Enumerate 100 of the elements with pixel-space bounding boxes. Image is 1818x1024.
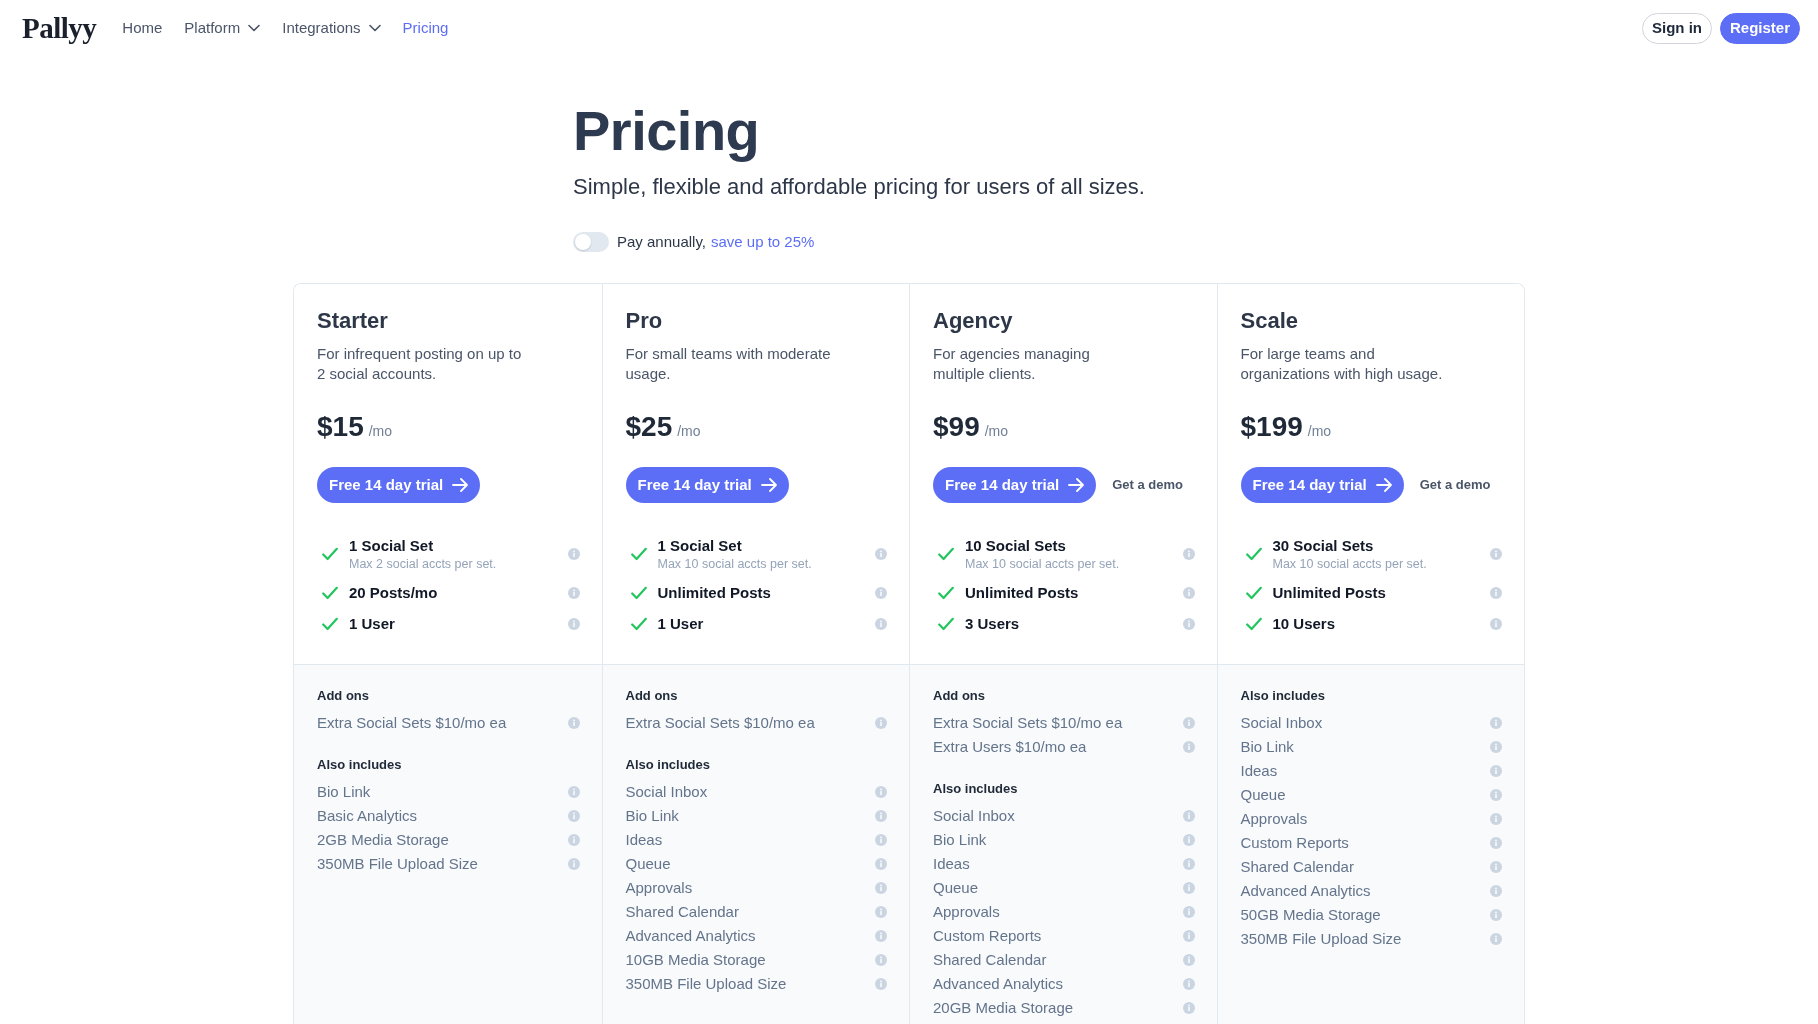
- feature-note: Max 10 social accts per set.: [1272, 556, 1428, 572]
- page-title: Pricing: [573, 98, 761, 164]
- plan-description: For large teams and organizations with high usage.: [1240, 344, 1444, 384]
- included-feature: Extra Social Sets $10/mo ea: [933, 713, 1124, 733]
- check-icon: [938, 586, 954, 600]
- feature-title: Unlimited Posts: [657, 583, 772, 603]
- plan-price: $25: [625, 410, 673, 444]
- included-feature: Ideas: [933, 854, 971, 874]
- price-period: /mo: [677, 422, 701, 441]
- included-feature: Custom Reports: [1240, 833, 1350, 853]
- info-icon: [1182, 882, 1195, 894]
- info-icon: [567, 810, 580, 822]
- savings-link[interactable]: save up to 25%: [710, 230, 815, 254]
- info-icon: [1490, 885, 1502, 897]
- plan-name: Scale: [1240, 307, 1299, 335]
- check-icon: [630, 617, 647, 631]
- info-icon: [875, 548, 887, 560]
- included-feature: Bio Link: [933, 830, 988, 850]
- trial-button[interactable]: Free 14 day trial: [625, 467, 789, 503]
- arrow-right-icon: [1375, 478, 1392, 492]
- nav-link[interactable]: Integrations: [282, 16, 381, 40]
- trial-button[interactable]: Free 14 day trial: [317, 467, 481, 503]
- included-feature: Advanced Analytics: [933, 974, 1065, 994]
- price-period: /mo: [368, 422, 393, 441]
- info-icon: [1182, 1002, 1195, 1014]
- info-icon: [875, 786, 887, 798]
- caret-icon: [368, 24, 381, 32]
- check-icon: [322, 586, 338, 600]
- included-feature: Basic Analytics: [317, 806, 419, 826]
- toggle-label: Pay annually,: [617, 231, 706, 252]
- included-feature: 2GB Media Storage: [317, 830, 450, 850]
- demo-link[interactable]: Get a demo: [1419, 475, 1491, 495]
- page-subtitle: Simple, flexible and affordable pricing for users of all sizes.: [573, 173, 1146, 201]
- included-feature: Social Inbox: [1240, 713, 1324, 733]
- nav-link[interactable]: Home: [122, 16, 163, 40]
- included-feature: 50GB Media Storage: [1240, 905, 1382, 925]
- section-heading: Also includes: [625, 756, 712, 774]
- check-icon: [322, 617, 338, 631]
- trial-button[interactable]: Free 14 day trial: [1240, 467, 1404, 503]
- info-icon: [567, 786, 580, 798]
- info-icon: [1182, 834, 1195, 846]
- register-button[interactable]: Register: [1719, 12, 1800, 44]
- info-icon: [1182, 858, 1195, 870]
- caret-icon: [248, 24, 261, 32]
- feature-title: Unlimited Posts: [965, 583, 1080, 603]
- feature-title: 3 Users: [965, 614, 1021, 634]
- info-icon: [1490, 741, 1502, 753]
- included-feature: Bio Link: [625, 806, 680, 826]
- plan-price: $199: [1240, 410, 1303, 444]
- included-feature: Bio Link: [317, 782, 372, 802]
- included-feature: Extra Social Sets $10/mo ea: [625, 713, 816, 733]
- feature-note: Max 2 social accts per set.: [349, 556, 498, 572]
- info-icon: [875, 930, 887, 942]
- feature-title: 1 User: [349, 614, 396, 634]
- section-heading: Also includes: [1240, 687, 1327, 705]
- nav-link[interactable]: Pricing: [402, 16, 449, 40]
- info-icon: [1182, 954, 1195, 966]
- included-feature: Ideas: [1240, 761, 1279, 781]
- feature-title: 1 Social Set: [657, 536, 743, 556]
- included-feature: Extra Users $10/mo ea: [933, 737, 1088, 757]
- info-icon: [567, 618, 580, 630]
- plan-description: For infrequent posting on up to 2 social accounts.: [317, 344, 523, 384]
- arrow-right-icon: [452, 478, 469, 492]
- included-feature: Ideas: [625, 830, 664, 850]
- included-feature: Advanced Analytics: [1240, 881, 1372, 901]
- trial-button[interactable]: Free 14 day trial: [933, 467, 1097, 503]
- info-icon: [1490, 587, 1502, 599]
- info-icon: [1490, 548, 1502, 560]
- feature-title: 1 User: [657, 614, 705, 634]
- demo-link[interactable]: Get a demo: [1112, 475, 1184, 495]
- included-feature: Approvals: [1240, 809, 1309, 829]
- toggle-switch[interactable]: [573, 232, 609, 252]
- feature-title: 10 Social Sets: [965, 536, 1067, 556]
- section-heading: Also includes: [317, 756, 403, 774]
- info-icon: [1182, 587, 1195, 599]
- info-icon: [875, 587, 887, 599]
- check-icon: [1245, 617, 1262, 631]
- included-feature: Queue: [933, 878, 980, 898]
- info-icon: [1182, 906, 1195, 918]
- nav-link[interactable]: Platform: [184, 16, 261, 40]
- info-icon: [875, 906, 887, 918]
- sign-in-button[interactable]: Sign in: [1641, 12, 1712, 44]
- info-icon: [1182, 978, 1195, 990]
- check-icon: [1245, 586, 1262, 600]
- included-feature: 20GB Media Storage: [933, 998, 1075, 1018]
- info-icon: [1490, 837, 1502, 849]
- included-feature: Custom Reports: [933, 926, 1043, 946]
- plan-name: Starter: [317, 307, 389, 335]
- feature-title: Unlimited Posts: [1272, 583, 1387, 603]
- feature-title: 20 Posts/mo: [349, 583, 439, 603]
- check-icon: [630, 547, 647, 561]
- included-feature: Social Inbox: [933, 806, 1016, 826]
- logo[interactable]: Pallyy: [22, 13, 97, 43]
- feature-note: Max 10 social accts per set.: [965, 556, 1121, 572]
- info-icon: [1490, 813, 1502, 825]
- info-icon: [567, 858, 580, 870]
- included-feature: Approvals: [933, 902, 1001, 922]
- included-feature: Advanced Analytics: [625, 926, 757, 946]
- info-icon: [1490, 909, 1502, 921]
- info-icon: [1182, 741, 1195, 753]
